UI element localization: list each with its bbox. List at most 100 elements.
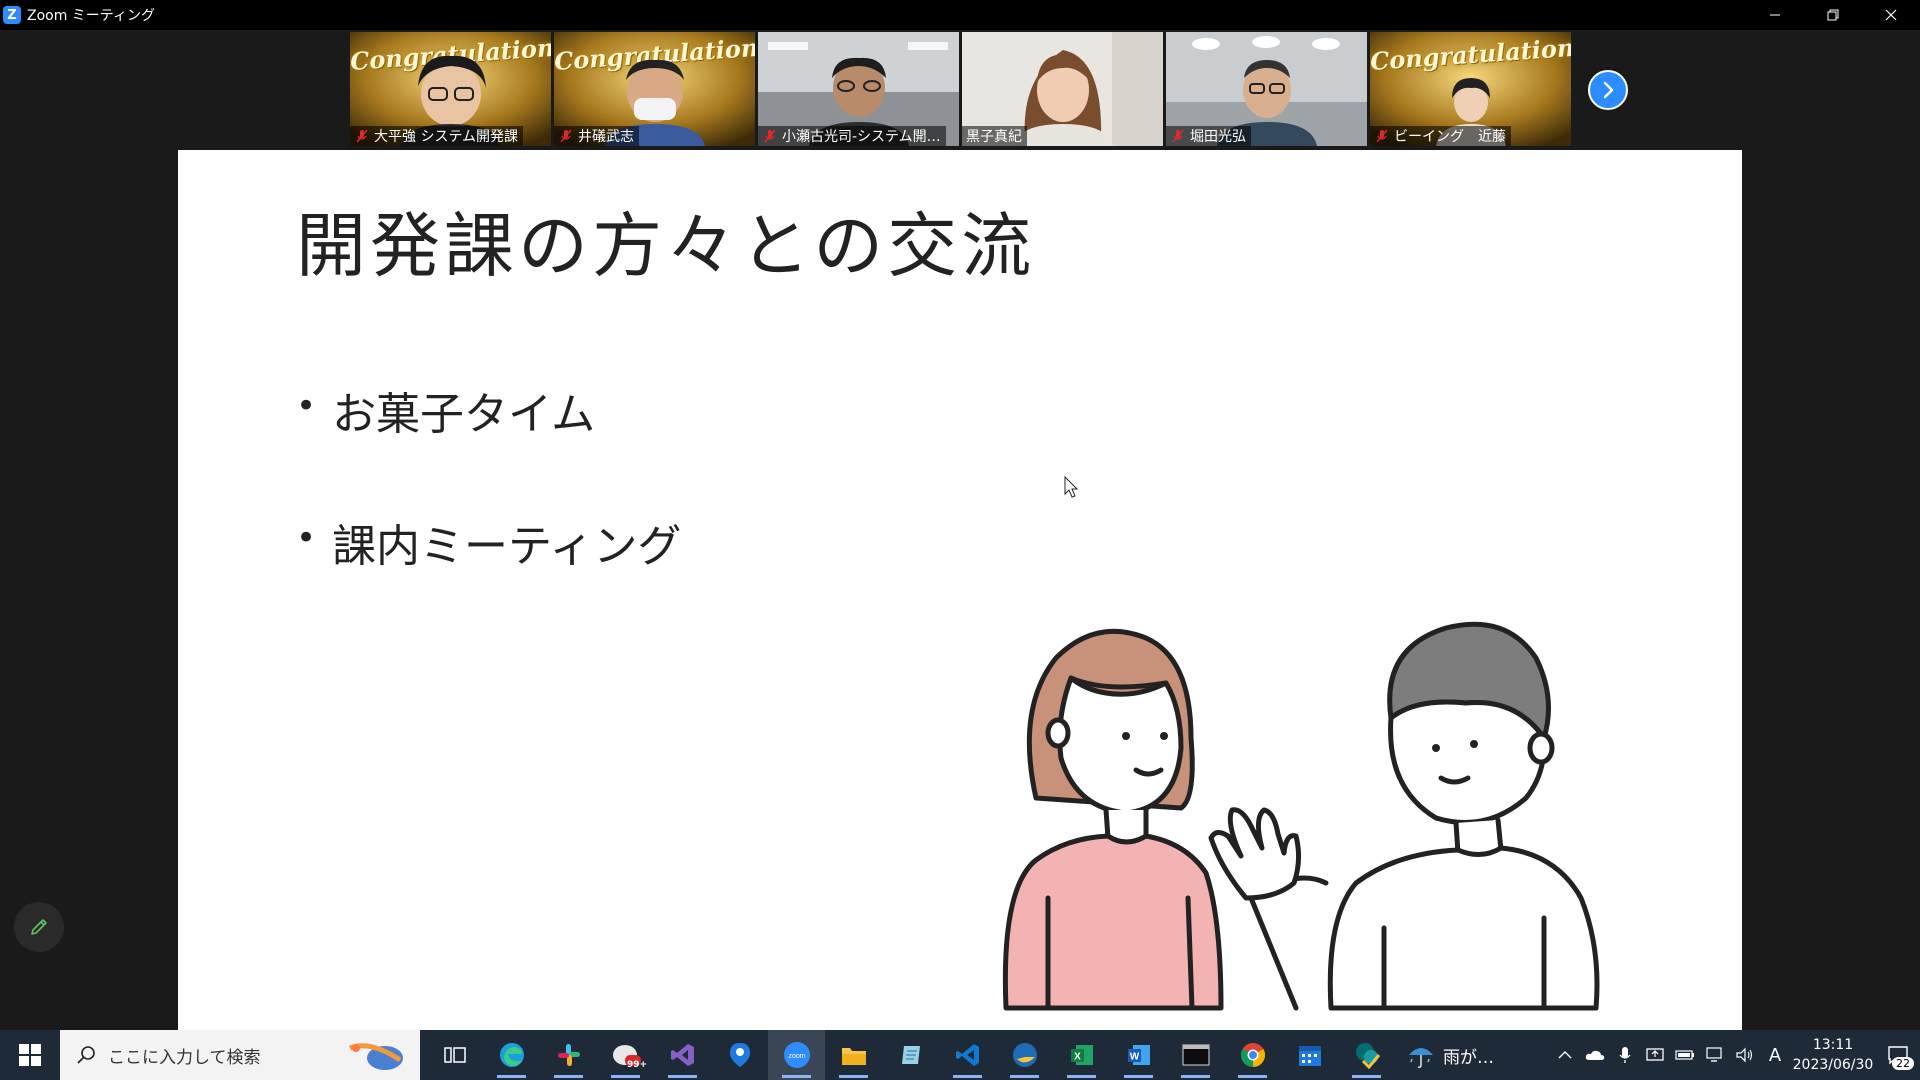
participant-name: 堀田光弘 (1190, 129, 1246, 145)
bullet-text: お菓子タイム (332, 389, 596, 440)
meeting-area: Congratulations! 大平強 システム開発課 Congratulat… (0, 30, 1920, 1030)
taskbar-app-word[interactable]: W (1110, 1030, 1167, 1080)
bullet-glyph: • (296, 518, 317, 558)
mail-unread-badge: 99+ (627, 1060, 648, 1070)
taskbar-app-terminal[interactable] (1167, 1030, 1224, 1080)
participant-tile[interactable]: 堀田光弘 (1166, 32, 1367, 146)
participant-tile[interactable]: Congratulations! ビーイング 近藤 (1370, 32, 1571, 146)
screen-share-icon (1646, 1048, 1664, 1061)
taskbar-app-visual-studio[interactable] (654, 1030, 711, 1080)
svg-text:W: W (1129, 1052, 1139, 1063)
map-pin-icon (729, 1043, 750, 1067)
taskbar-app-edge[interactable] (483, 1030, 540, 1080)
participant-name: ビーイング 近藤 (1394, 129, 1506, 145)
chrome-icon (1240, 1043, 1265, 1067)
muted-microphone-icon (356, 129, 368, 143)
minimize-button[interactable] (1746, 0, 1804, 30)
taskbar-pinned-apps: 99+ zoom X W (426, 1030, 1395, 1080)
slide-bullet-list: • お菓子タイム • 課内ミーティング (296, 378, 681, 642)
slide-bullet: • お菓子タイム (296, 378, 681, 510)
slide-title: 開発課の方々との交流 (296, 205, 1036, 287)
restore-button[interactable] (1804, 0, 1862, 30)
notification-center-button[interactable]: 22 (1876, 1030, 1920, 1080)
edge-dev-icon (1012, 1043, 1037, 1067)
battery-status[interactable] (1670, 1049, 1700, 1061)
chevron-right-icon (1603, 81, 1614, 99)
zoom-app-icon: Z (3, 6, 21, 24)
clock-time: 13:11 (1812, 1037, 1854, 1053)
umbrella-rain-icon (1409, 1048, 1433, 1069)
network-status[interactable] (1700, 1047, 1730, 1063)
vscode-icon (955, 1044, 979, 1066)
search-highlight-image (349, 1043, 403, 1070)
taskbar-app-maps[interactable] (711, 1030, 768, 1080)
svg-text:X: X (1074, 1052, 1081, 1063)
ime-indicator[interactable]: A (1760, 1045, 1790, 1066)
muted-microphone-icon (560, 129, 572, 143)
network-icon (1706, 1047, 1722, 1062)
participant-name: 大平強 システム開発課 (374, 129, 519, 145)
slide-bullet: • 課内ミーティング (296, 510, 681, 642)
onedrive-button[interactable] (1580, 1049, 1610, 1061)
window-controls (1746, 0, 1920, 30)
folder-icon (841, 1048, 866, 1065)
taskbar-app-mail[interactable]: 99+ (597, 1030, 654, 1080)
restore-icon (1827, 9, 1839, 21)
taskbar-app-excel[interactable]: X (1053, 1030, 1110, 1080)
terminal-icon (1181, 1044, 1210, 1066)
security-button[interactable] (1640, 1047, 1670, 1063)
weather-widget[interactable]: 雨が… (1407, 1041, 1494, 1069)
battery-icon (1675, 1050, 1694, 1060)
participant-tile[interactable]: Congratulations! 大平強 システム開発課 (350, 32, 551, 146)
chevron-up-icon (1558, 1051, 1572, 1059)
participant-tile-active-speaker[interactable]: 黒子真紀 (962, 32, 1163, 146)
bullet-glyph: • (296, 386, 317, 426)
speaker-icon (1736, 1047, 1753, 1063)
start-button[interactable] (0, 1030, 60, 1080)
participant-tile[interactable]: Congratulations! 井礒武志 (554, 32, 755, 146)
taskbar-app-chrome[interactable] (1224, 1030, 1281, 1080)
taskbar-app-sharepoint[interactable] (1338, 1030, 1395, 1080)
participant-namebar: 堀田光弘 (1166, 126, 1251, 146)
participant-gallery: Congratulations! 大平強 システム開発課 Congratulat… (350, 32, 1571, 146)
taskbar-app-zoom[interactable]: zoom (768, 1030, 825, 1080)
volume-control[interactable] (1730, 1047, 1760, 1063)
zoom-icon: zoom (783, 1042, 810, 1068)
search-icon (77, 1046, 95, 1064)
next-page-button[interactable] (1588, 70, 1628, 110)
taskbar-app-slack[interactable] (540, 1030, 597, 1080)
taskbar-app-notepad[interactable] (882, 1030, 939, 1080)
taskbar-search-box[interactable]: ここに入力して検索 (60, 1030, 420, 1080)
participant-tile[interactable]: 小瀬古光司-システム開… (758, 32, 959, 146)
participant-namebar: 大平強 システム開発課 (350, 126, 524, 146)
taskbar-app-vscode[interactable] (939, 1030, 996, 1080)
clock-date: 2023/06/30 (1792, 1057, 1874, 1073)
participant-namebar: ビーイング 近藤 (1370, 126, 1511, 146)
word-icon: W (1127, 1045, 1150, 1065)
task-view-button[interactable] (426, 1030, 483, 1080)
notepad-icon (901, 1046, 920, 1064)
participant-name: 井礒武志 (578, 129, 634, 145)
windows-taskbar: ここに入力して検索 99+ zoom X W 雨が… A 13:11 2023/… (0, 1030, 1920, 1080)
annotate-button[interactable] (14, 902, 64, 952)
slack-icon (557, 1044, 580, 1066)
participant-namebar: 井礒武志 (554, 126, 639, 146)
mouse-cursor-icon (1064, 476, 1079, 498)
svg-text:zoom: zoom (788, 1053, 805, 1060)
taskbar-app-calendar[interactable] (1281, 1030, 1338, 1080)
taskbar-clock[interactable]: 13:11 2023/06/30 (1790, 1035, 1876, 1075)
muted-microphone-icon (1172, 129, 1184, 143)
microphone-icon (1619, 1047, 1631, 1063)
muted-microphone-icon (764, 129, 776, 143)
calendar-icon (1298, 1046, 1321, 1066)
notification-count: 22 (1892, 1057, 1914, 1070)
close-icon (1885, 9, 1897, 21)
taskbar-app-file-explorer[interactable] (825, 1030, 882, 1080)
close-button[interactable] (1862, 0, 1920, 30)
show-hidden-icons-button[interactable] (1550, 1050, 1580, 1060)
participant-name: 小瀬古光司-システム開… (782, 129, 941, 145)
participant-namebar: 黒子真紀 (962, 126, 1027, 146)
microphone-status[interactable] (1610, 1046, 1640, 1064)
system-tray: A 13:11 2023/06/30 22 (1550, 1030, 1920, 1080)
taskbar-app-edge-dev[interactable] (996, 1030, 1053, 1080)
